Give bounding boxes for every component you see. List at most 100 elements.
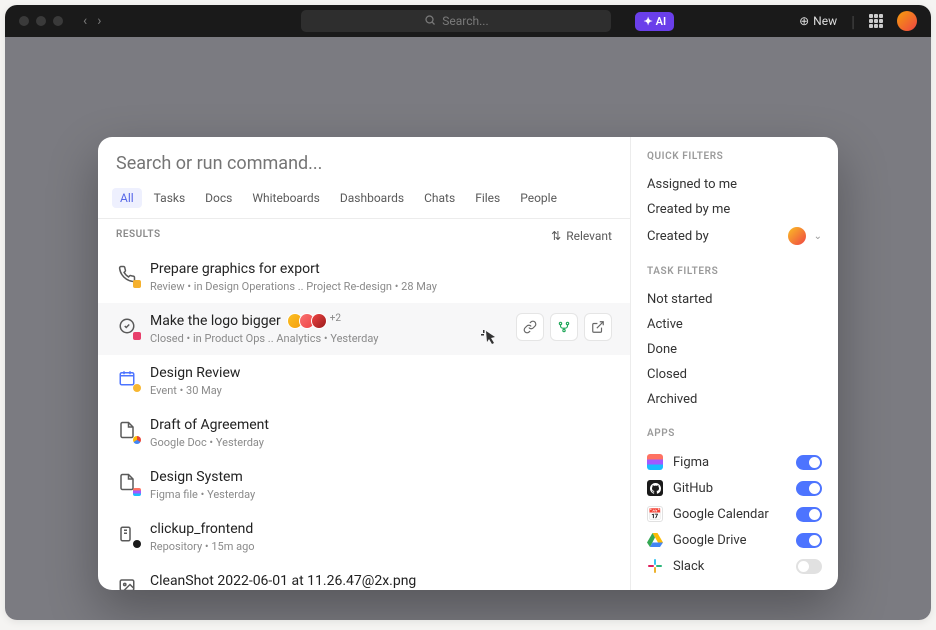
nav-forward-icon[interactable]: › [97, 13, 101, 29]
result-meta: Figma file • Yesterday [150, 488, 612, 501]
result-meta: Review • in Design Operations .. Project… [150, 280, 612, 293]
tab-files[interactable]: Files [467, 188, 508, 208]
filter-archived[interactable]: Archived [647, 387, 822, 412]
filter-assigned-to-me[interactable]: Assigned to me [647, 172, 822, 197]
result-meta: Event • 30 May [150, 384, 612, 397]
branch-button[interactable] [550, 313, 578, 341]
result-meta: Closed • in Product Ops .. Analytics • Y… [150, 332, 504, 345]
modal-overlay[interactable]: All Tasks Docs Whiteboards Dashboards Ch… [5, 37, 931, 620]
result-title: CleanShot 2022-06-01 at 11.26.47@2x.png [150, 573, 612, 589]
result-item[interactable]: clickup_frontend Repository • 15m ago [98, 511, 630, 563]
search-placeholder: Search... [442, 14, 488, 28]
hover-actions [516, 313, 612, 345]
result-item[interactable]: Make the logo bigger +2 Closed • in Prod… [98, 303, 630, 355]
filter-done[interactable]: Done [647, 337, 822, 362]
sparkle-icon: ✦ [643, 15, 652, 28]
result-item[interactable]: Draft of Agreement Google Doc • Yesterda… [98, 407, 630, 459]
result-title: clickup_frontend [150, 521, 612, 537]
result-title: Draft of Agreement [150, 417, 612, 433]
result-item[interactable]: Prepare graphics for export Review • in … [98, 251, 630, 303]
slack-icon [647, 558, 663, 574]
results-sort[interactable]: ⇅ Relevant [551, 229, 612, 243]
github-icon [647, 480, 663, 496]
maximize-window-icon[interactable] [53, 16, 63, 26]
result-meta: Repository • 15m ago [150, 540, 612, 553]
new-button[interactable]: ⊕ New [799, 14, 837, 28]
gcal-toggle[interactable] [796, 507, 822, 522]
figma-icon [647, 454, 663, 470]
tab-docs[interactable]: Docs [197, 188, 240, 208]
app-gdrive-row: Google Drive [647, 527, 822, 553]
apps-heading: APPS [647, 428, 822, 439]
avatar [311, 313, 327, 329]
palette-main: All Tasks Docs Whiteboards Dashboards Ch… [98, 137, 630, 590]
image-icon [116, 575, 138, 590]
tab-tasks[interactable]: Tasks [146, 188, 194, 208]
chevron-down-icon: ⌄ [814, 231, 822, 242]
traffic-lights [19, 16, 63, 26]
filter-active[interactable]: Active [647, 312, 822, 337]
titlebar-right: ⊕ New | [799, 11, 917, 31]
nav-back-icon[interactable]: ‹ [83, 13, 87, 29]
document-icon [116, 471, 138, 493]
results-heading: RESULTS [116, 229, 161, 243]
status-dot [133, 384, 141, 392]
google-calendar-icon: 📅 [647, 506, 663, 522]
figma-icon [133, 488, 141, 496]
plus-icon: ⊕ [799, 14, 809, 28]
ai-button[interactable]: ✦ AI [635, 12, 674, 31]
app-figma-row: Figma [647, 449, 822, 475]
google-drive-icon [647, 532, 663, 548]
command-search-input[interactable] [116, 153, 612, 174]
result-item[interactable]: Design Review Event • 30 May [98, 355, 630, 407]
calendar-icon [116, 367, 138, 389]
app-slack-row: Slack [647, 553, 822, 579]
result-meta: Google Doc • Yesterday [150, 436, 612, 449]
avatar [788, 227, 806, 245]
result-title: Design System [150, 469, 612, 485]
result-title: Design Review [150, 365, 612, 381]
repository-icon [116, 523, 138, 545]
slack-toggle[interactable] [796, 559, 822, 574]
app-window: ‹ › Search... ✦ AI ⊕ New | [5, 5, 931, 620]
filter-not-started[interactable]: Not started [647, 287, 822, 312]
minimize-window-icon[interactable] [36, 16, 46, 26]
app-gcal-row: 📅 Google Calendar [647, 501, 822, 527]
document-icon [116, 419, 138, 441]
command-palette: All Tasks Docs Whiteboards Dashboards Ch… [98, 137, 838, 590]
palette-sidebar: QUICK FILTERS Assigned to me Created by … [630, 137, 838, 590]
gdrive-toggle[interactable] [796, 533, 822, 548]
quick-filters-heading: QUICK FILTERS [647, 151, 822, 162]
tab-whiteboards[interactable]: Whiteboards [244, 188, 328, 208]
results-header: RESULTS ⇅ Relevant [98, 219, 630, 251]
result-item[interactable]: CleanShot 2022-06-01 at 11.26.47@2x.png … [98, 563, 630, 590]
close-window-icon[interactable] [19, 16, 29, 26]
check-task-icon [116, 315, 138, 337]
tab-all[interactable]: All [112, 188, 142, 208]
figma-toggle[interactable] [796, 455, 822, 470]
user-avatar[interactable] [897, 11, 917, 31]
filter-created-by-me[interactable]: Created by me [647, 197, 822, 222]
task-filters-heading: TASK FILTERS [647, 266, 822, 277]
phone-icon [116, 263, 138, 285]
google-icon [133, 436, 141, 444]
filter-created-by[interactable]: Created by ⌄ [647, 222, 822, 250]
global-search[interactable]: Search... [301, 10, 611, 32]
status-dot [133, 280, 141, 288]
result-item[interactable]: Design System Figma file • Yesterday [98, 459, 630, 511]
app-github-row: GitHub [647, 475, 822, 501]
open-new-button[interactable] [584, 313, 612, 341]
copy-link-button[interactable] [516, 313, 544, 341]
tab-people[interactable]: People [512, 188, 565, 208]
app-grid-icon[interactable] [869, 14, 883, 28]
result-title: Make the logo bigger +2 [150, 313, 504, 329]
results-list: Prepare graphics for export Review • in … [98, 251, 630, 590]
tab-dashboards[interactable]: Dashboards [332, 188, 412, 208]
filter-closed[interactable]: Closed [647, 362, 822, 387]
search-tabs: All Tasks Docs Whiteboards Dashboards Ch… [98, 182, 630, 219]
tab-chats[interactable]: Chats [416, 188, 463, 208]
command-search [98, 137, 630, 182]
github-toggle[interactable] [796, 481, 822, 496]
nav-arrows: ‹ › [83, 13, 101, 29]
sort-icon: ⇅ [551, 229, 561, 243]
